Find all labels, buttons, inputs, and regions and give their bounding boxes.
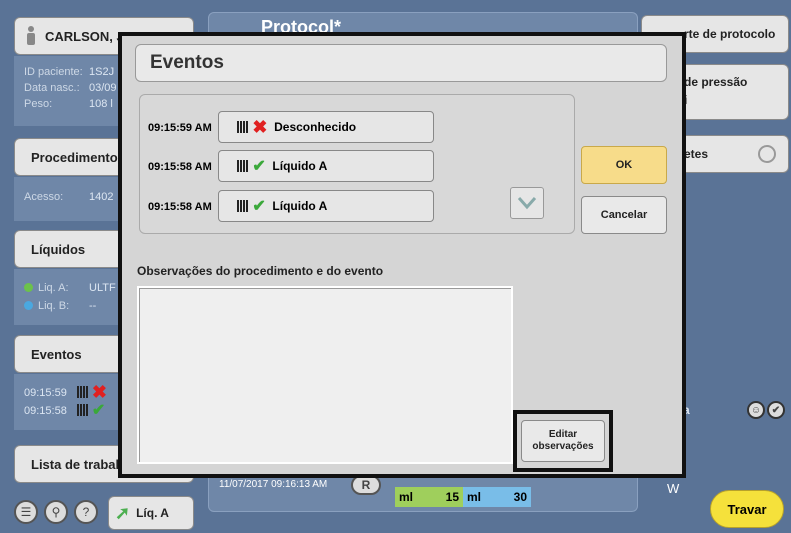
dialog-title: Eventos (150, 52, 224, 73)
events-dialog: Eventos 09:15:59 AM ✖ Desconhecido 09:15… (118, 32, 686, 478)
volume-a-bar: ml 15 (395, 487, 463, 507)
help-icon[interactable]: ? (74, 500, 98, 524)
event-time: 09:15:59 AM (148, 122, 212, 134)
event-label: Líquido A (272, 199, 328, 213)
protocol-button-label: rte de protocolo (684, 27, 776, 41)
edit-notes-line1: Editar (548, 429, 578, 440)
birthdate-value: 03/09 (89, 82, 117, 94)
event-row[interactable]: 09:15:59 AM ✖ Desconhecido (140, 111, 440, 145)
wrench-icon[interactable]: ⚲ (44, 500, 68, 524)
procedure-title: Procedimento (31, 149, 118, 165)
arrow-icon: ➚ (115, 502, 131, 523)
liquid-a-dot (24, 283, 33, 292)
volume-b-unit: ml (467, 490, 482, 504)
check-icon: ✔ (252, 158, 266, 175)
notes-label: Observações do procedimento e do evento (137, 264, 384, 278)
volume-a-value: 15 (445, 490, 459, 504)
list-icon[interactable]: ☰ (14, 500, 38, 524)
person-status-icon: ☺ (747, 401, 765, 419)
access-label: Acesso: (24, 191, 64, 203)
event-list: 09:15:59 AM ✖ Desconhecido 09:15:58 AM ✔… (139, 94, 575, 234)
volume-b-bar: ml 30 (463, 487, 531, 507)
barcode-icon (76, 386, 89, 398)
chevron-down-icon (517, 197, 537, 210)
volume-b-value: 30 (513, 490, 527, 504)
liquid-b-label: Liq. B: (38, 300, 70, 312)
check-icon: ✔ (252, 198, 266, 215)
travar-button[interactable]: Travar (710, 490, 784, 528)
access-value: 1402 (89, 191, 114, 203)
event-row[interactable]: 09:15:58 AM ✔ Líquido A (140, 150, 440, 184)
event-time: 09:15:58 (24, 405, 67, 417)
liquid-a-button[interactable]: ➚ Líq. A (108, 496, 194, 530)
barcode-icon (237, 200, 249, 212)
ok-button[interactable]: OK (581, 146, 667, 184)
protocol-timestamp: 11/07/2017 09:16:13 AM (219, 479, 328, 490)
weight-label: Peso: (24, 98, 53, 110)
r-button[interactable]: R (351, 475, 381, 495)
person-icon (25, 26, 37, 46)
dialog-title-bar: Eventos (135, 44, 667, 82)
pressure-sub: i (684, 93, 788, 107)
events-title: Eventos (31, 346, 82, 362)
cancel-button[interactable]: Cancelar (581, 196, 667, 234)
barcode-icon (237, 121, 249, 133)
event-time: 09:15:58 AM (148, 161, 212, 173)
liquids-title: Líquidos (31, 241, 86, 257)
timer-icon (758, 145, 776, 163)
liquid-a-label: Liq. A: (38, 282, 69, 294)
edit-notes-button[interactable]: Editar observações (521, 420, 605, 462)
w-mark: W (667, 481, 680, 496)
x-icon: ✖ (91, 382, 107, 402)
liquid-a-button-label: Líq. A (136, 506, 169, 520)
birthdate-label: Data nasc.: (24, 82, 80, 94)
event-label-box[interactable]: ✔ Líquido A (218, 150, 434, 182)
right-item-3-label: etes (684, 147, 709, 161)
barcode-icon (76, 404, 89, 416)
bottom-toolbar: ☰ ⚲ ? ➚ Líq. A (14, 496, 194, 530)
patient-id-label: ID paciente: (24, 66, 83, 78)
edit-notes-highlight: Editar observações (513, 410, 613, 472)
event-time: 09:15:59 (24, 387, 67, 399)
scroll-down-button[interactable] (510, 187, 544, 219)
event-label-box[interactable]: ✔ Líquido A (218, 190, 434, 222)
edit-notes-line2: observações (532, 441, 594, 452)
volume-a-unit: ml (399, 490, 414, 504)
liquid-b-value: -- (89, 300, 97, 312)
event-label: Desconhecido (274, 120, 357, 134)
event-time: 09:15:58 AM (148, 201, 212, 213)
liquid-a-value: ULTF (89, 282, 116, 294)
check-circle-icon: ✔ (767, 401, 785, 419)
notes-textarea[interactable] (137, 286, 513, 464)
event-label: Líquido A (272, 159, 328, 173)
weight-value: 108 l (89, 98, 113, 110)
check-icon: ✔ (91, 402, 106, 419)
event-row[interactable]: 09:15:58 AM ✔ Líquido A (140, 190, 440, 224)
pressure-label: de pressão (684, 75, 748, 89)
barcode-icon (237, 160, 249, 172)
patient-id-value: 1S2J (89, 66, 115, 78)
event-label-box[interactable]: ✖ Desconhecido (218, 111, 434, 143)
x-icon: ✖ (252, 117, 268, 137)
liquid-b-dot (24, 301, 33, 310)
